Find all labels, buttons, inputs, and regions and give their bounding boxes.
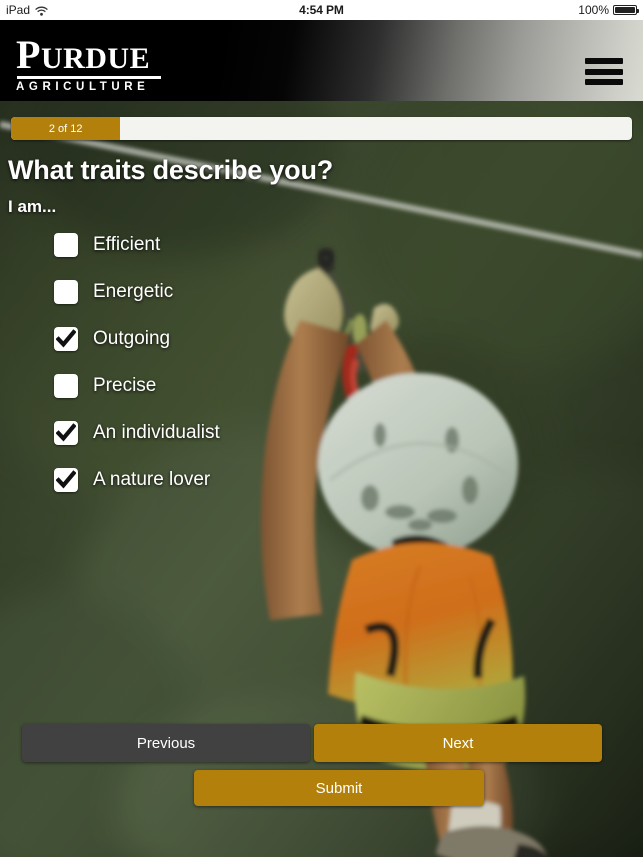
menu-bar-1 xyxy=(585,58,623,64)
survey-progress-bar: 2 of 12 xyxy=(11,117,632,140)
next-button[interactable]: Next xyxy=(314,724,602,762)
battery-full-icon xyxy=(613,5,639,15)
progress-fill: 2 of 12 xyxy=(11,117,121,140)
status-right: 100% xyxy=(578,3,639,17)
logo-wordmark: PURDUE xyxy=(16,32,316,77)
submit-button[interactable]: Submit xyxy=(194,770,484,806)
previous-button[interactable]: Previous xyxy=(22,724,310,762)
purdue-agriculture-logo: PURDUE AGRICULTURE xyxy=(16,35,316,93)
question-prompt: I am... xyxy=(8,197,57,216)
page-title: What traits describe you? xyxy=(8,155,334,185)
checkbox-checked-icon[interactable] xyxy=(54,468,78,492)
progress-label: 2 of 12 xyxy=(48,122,83,135)
trait-option-label: A nature lover xyxy=(93,469,211,490)
logo-subtitle: AGRICULTURE xyxy=(16,81,150,94)
trait-options-list: Efficient Energetic Outgoing Precise An indi… xyxy=(54,233,434,515)
checkbox-checked-icon[interactable] xyxy=(54,421,78,445)
checkbox-checked-icon[interactable] xyxy=(54,327,78,351)
trait-option[interactable]: An individualist xyxy=(54,421,314,445)
trait-option-label: Energetic xyxy=(93,281,174,302)
checkbox-unchecked-icon[interactable] xyxy=(54,233,78,257)
navigation-buttons: Previous Next xyxy=(22,724,622,762)
trait-option-label: Precise xyxy=(93,375,157,396)
trait-option[interactable]: Energetic xyxy=(54,280,314,304)
trait-option[interactable]: A nature lover xyxy=(54,468,314,492)
trait-option-label: Outgoing xyxy=(93,328,171,349)
checkbox-unchecked-icon[interactable] xyxy=(54,374,78,398)
hamburger-menu-icon[interactable] xyxy=(585,58,623,85)
ios-status-bar: iPad 4:54 PM 100% xyxy=(0,0,643,20)
battery-percent-label: 100% xyxy=(578,3,609,17)
trait-option-label: Efficient xyxy=(93,234,161,255)
trait-option[interactable]: Efficient xyxy=(54,233,314,257)
menu-bar-2 xyxy=(585,68,623,75)
status-time: 4:54 PM xyxy=(299,3,344,17)
trait-option[interactable]: Outgoing xyxy=(54,327,314,351)
logo-initial: P xyxy=(16,32,41,77)
app-header: PURDUE AGRICULTURE xyxy=(0,20,643,101)
checkbox-unchecked-icon[interactable] xyxy=(54,280,78,304)
menu-bar-3 xyxy=(585,79,623,85)
logo-remainder: URDUE xyxy=(40,42,151,75)
trait-option[interactable]: Precise xyxy=(54,374,314,398)
trait-option-label: An individualist xyxy=(93,422,220,443)
